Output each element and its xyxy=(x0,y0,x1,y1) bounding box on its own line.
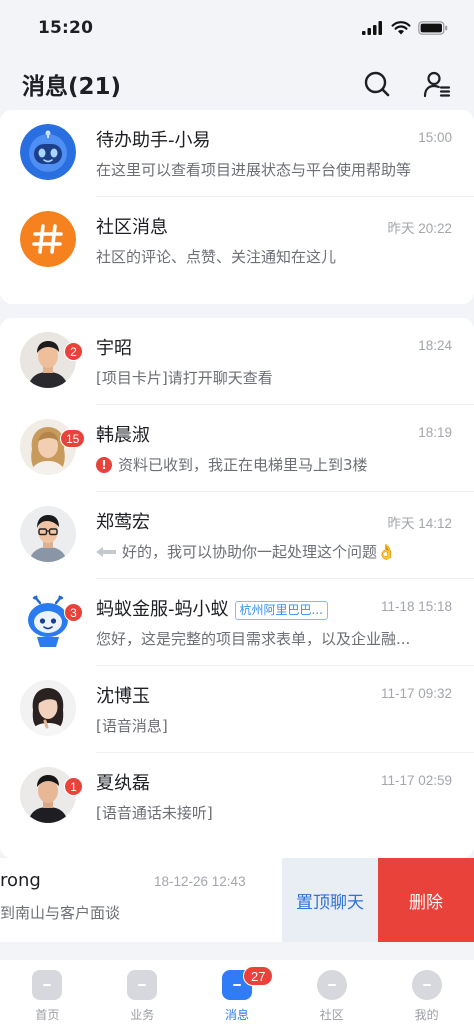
chat-preview-text: 好的，我可以协助你一起处理这个问题👌 xyxy=(122,543,396,561)
chat-preview: ! 资料已收到，我正在电梯里马上到3楼 xyxy=(96,454,368,475)
chat-name: 蚂蚁金服-蚂小蚁 杭州阿里巴巴... xyxy=(96,595,328,621)
org-tag: 杭州阿里巴巴... xyxy=(234,600,328,620)
tab-label: 社区 xyxy=(319,1008,344,1022)
chat-preview-text: 在这里可以查看项目进展状态与平台使用帮助等 xyxy=(96,161,412,179)
chat-preview: [语音通话未接听] xyxy=(96,802,213,823)
chat-preview-text: [语音通话未接听] xyxy=(96,804,213,822)
status-icons xyxy=(362,21,448,35)
chat-preview: 在这里可以查看项目进展状态与平台使用帮助等 xyxy=(96,159,411,180)
chat-name-text: 蚂蚁金服-蚂小蚁 xyxy=(96,599,229,620)
chat-list: 2 宇昭 18:24 [项目卡片]请打开聊天查看 15 韩晨淑 18:19 ! … xyxy=(0,318,474,858)
avatar xyxy=(20,332,76,388)
chat-preview-text: [语音消息] xyxy=(96,717,168,735)
avatar xyxy=(20,767,76,823)
unread-badge: 3 xyxy=(64,603,83,622)
unread-badge: 2 xyxy=(64,342,83,361)
chat-time: 11-18 15:18 xyxy=(380,599,452,614)
person-avatar-icon xyxy=(20,680,76,736)
list-item-community[interactable]: 社区消息 昨天 20:22 社区的评论、点赞、关注通知在这儿 xyxy=(0,197,474,284)
home-icon xyxy=(32,970,63,1000)
tab-messages[interactable]: 消息 27 xyxy=(190,960,285,1026)
chat-time: 昨天 14:12 xyxy=(387,516,452,531)
search-button[interactable] xyxy=(362,69,392,99)
chat-name: 郑莺宏 xyxy=(96,512,150,533)
list-item[interactable]: 15 韩晨淑 18:19 ! 资料已收到，我正在电梯里马上到3楼 xyxy=(0,405,474,492)
avatar xyxy=(20,506,76,562)
chat-time: 18:19 xyxy=(418,425,452,440)
chat-preview-text: 您好，这是完整的项目需求表单，以及企业融... xyxy=(96,630,411,648)
chat-name: 待办助手-小易 xyxy=(96,130,211,151)
delete-chat-button[interactable]: 删除 xyxy=(378,858,474,942)
avatar xyxy=(20,211,76,267)
tab-label: 我的 xyxy=(414,1008,439,1022)
avatar xyxy=(20,593,76,649)
status-bar: 15:20 xyxy=(0,0,474,56)
status-time: 15:20 xyxy=(38,18,94,38)
chat-time: 15:00 xyxy=(418,130,452,145)
chat-name: 沈博玉 xyxy=(96,686,150,707)
tab-unread-badge: 27 xyxy=(242,966,274,986)
battery-icon xyxy=(418,21,448,35)
list-item[interactable]: 郑莺宏 昨天 14:12 好的，我可以协助你一起处理这个问题👌 xyxy=(0,492,474,579)
chat-preview: 您好，这是完整的项目需求表单，以及企业融... xyxy=(96,628,410,649)
page-title: 消息(21) xyxy=(22,74,122,100)
tab-community[interactable]: 社区 xyxy=(284,960,379,1026)
contacts-icon xyxy=(423,71,451,98)
business-icon xyxy=(127,970,158,1000)
chat-name: 韩晨淑 xyxy=(96,425,150,446)
header: 消息(21) xyxy=(0,56,474,112)
profile-icon xyxy=(411,970,442,1000)
chat-preview-text: 资料已收到，我正在电梯里马上到3楼 xyxy=(118,456,368,474)
chat-time: 11-17 09:32 xyxy=(380,686,452,701)
chat-preview: [语音消息] xyxy=(96,715,168,736)
person-avatar-icon xyxy=(20,506,76,562)
tab-bar: 首页 业务 消息 27 社区 我的 xyxy=(0,960,474,1026)
alert-icon: ! xyxy=(96,456,112,473)
chat-name: 社区消息 xyxy=(96,217,168,238)
chat-time: 18:24 xyxy=(418,338,452,353)
chat-preview: 好的，我可以协助你一起处理这个问题👌 xyxy=(96,541,396,562)
chat-preview-text: 社区的评论、点赞、关注通知在这儿 xyxy=(96,248,337,266)
tab-label: 消息 xyxy=(224,1008,249,1022)
tab-business[interactable]: 业务 xyxy=(95,960,190,1026)
swiped-list-item[interactable]: rong 18-12-26 12:43 到南山与客户面谈 置顶聊天 删除 xyxy=(0,858,474,942)
sent-arrow-icon xyxy=(96,546,116,557)
chat-name: 夏纨磊 xyxy=(96,773,150,794)
contacts-button[interactable] xyxy=(422,69,452,99)
robot-icon xyxy=(20,124,76,180)
pin-chat-button[interactable]: 置顶聊天 xyxy=(282,858,378,942)
list-item[interactable]: 3 蚂蚁金服-蚂小蚁 杭州阿里巴巴... 11-18 15:18 您好，这是完整的… xyxy=(0,579,474,666)
pinned-card: 待办助手-小易 15:00 在这里可以查看项目进展状态与平台使用帮助等 社区消息… xyxy=(0,110,474,304)
community-icon xyxy=(316,970,347,1000)
list-item[interactable]: 沈博玉 11-17 09:32 [语音消息] xyxy=(0,666,474,753)
chat-preview: 社区的评论、点赞、关注通知在这儿 xyxy=(96,246,336,267)
unread-badge: 15 xyxy=(60,429,86,448)
wifi-icon xyxy=(391,21,411,35)
list-item[interactable]: 2 宇昭 18:24 [项目卡片]请打开聊天查看 xyxy=(0,318,474,405)
tab-label: 首页 xyxy=(35,1008,60,1022)
chat-preview: [项目卡片]请打开聊天查看 xyxy=(96,367,273,388)
tab-profile[interactable]: 我的 xyxy=(379,960,474,1026)
chat-time: 18-12-26 12:43 xyxy=(154,874,246,889)
avatar xyxy=(20,680,76,736)
chat-time: 11-17 02:59 xyxy=(380,773,452,788)
chat-time: 昨天 20:22 xyxy=(387,221,452,236)
chat-preview-text: [项目卡片]请打开聊天查看 xyxy=(96,369,273,387)
list-item[interactable]: 1 夏纨磊 11-17 02:59 [语音通话未接听] xyxy=(0,753,474,840)
hash-icon xyxy=(20,211,76,267)
person-avatar-icon xyxy=(20,332,76,388)
avatar xyxy=(20,124,76,180)
tab-home[interactable]: 首页 xyxy=(0,960,95,1026)
chat-name: 宇昭 xyxy=(96,338,132,359)
unread-badge: 1 xyxy=(64,777,83,796)
tab-label: 业务 xyxy=(130,1008,155,1022)
ant-robot-icon xyxy=(20,593,76,649)
signal-icon xyxy=(362,21,382,35)
list-item-assistant[interactable]: 待办助手-小易 15:00 在这里可以查看项目进展状态与平台使用帮助等 xyxy=(0,110,474,197)
chat-name: rong xyxy=(0,870,41,891)
person-avatar-icon xyxy=(20,767,76,823)
search-icon xyxy=(364,71,390,97)
chat-preview: 到南山与客户面谈 xyxy=(0,904,121,922)
